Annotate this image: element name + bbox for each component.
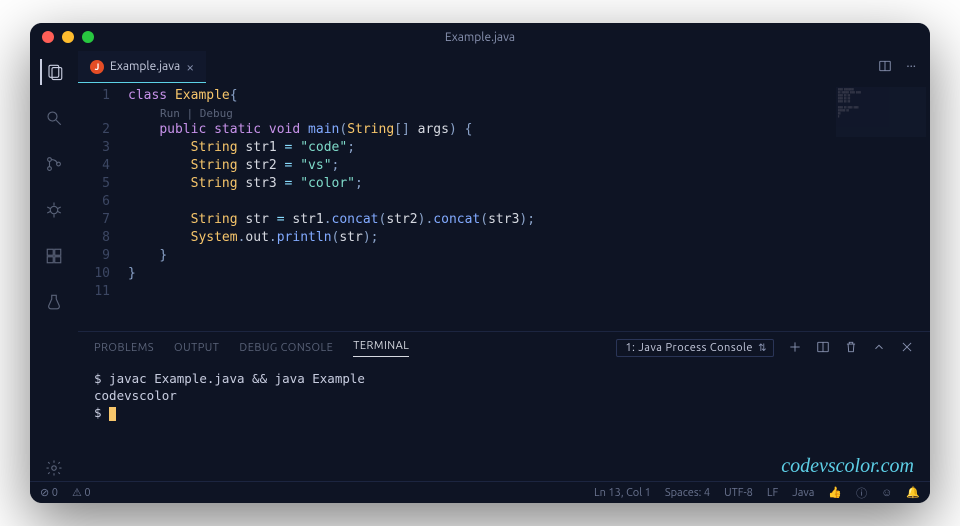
kill-terminal-icon[interactable]	[844, 340, 858, 357]
more-actions-icon[interactable]: ···	[906, 59, 916, 76]
extensions-icon[interactable]	[41, 243, 67, 269]
codelens-run-debug[interactable]: Run | Debug	[128, 105, 930, 121]
terminal-line: $	[94, 404, 914, 421]
file-tab[interactable]: J Example.java ×	[78, 51, 206, 83]
new-terminal-icon[interactable]	[788, 340, 802, 357]
terminal-cursor	[109, 407, 116, 421]
close-tab-icon[interactable]: ×	[186, 59, 194, 75]
window-title: Example.java	[30, 31, 930, 44]
status-feedback-icon[interactable]: 👍	[828, 486, 842, 499]
code-editor[interactable]: 1234567891011 class Example{Run | Debug …	[78, 83, 930, 331]
terminal[interactable]: $ javac Example.java && java Example cod…	[78, 364, 930, 481]
activity-bar	[30, 51, 78, 481]
panel-tab-problems[interactable]: PROBLEMS	[94, 342, 154, 354]
main-area: J Example.java × ··· 1234567891011 class…	[30, 51, 930, 481]
source-control-icon[interactable]	[41, 151, 67, 177]
line-gutter: 1234567891011	[78, 83, 128, 331]
editor-area: J Example.java × ··· 1234567891011 class…	[78, 51, 930, 481]
window-controls	[42, 31, 94, 43]
code-content[interactable]: class Example{Run | Debug public static …	[128, 83, 930, 331]
watermark: codevscolor.com	[781, 458, 914, 475]
debug-icon[interactable]	[41, 197, 67, 223]
java-file-icon: J	[90, 60, 104, 74]
status-eol[interactable]: LF	[767, 487, 778, 499]
bottom-panel: PROBLEMS OUTPUT DEBUG CONSOLE TERMINAL 1…	[78, 331, 930, 481]
split-terminal-icon[interactable]	[816, 340, 830, 357]
maximize-window-button[interactable]	[82, 31, 94, 43]
status-warnings[interactable]: ⚠ 0	[72, 486, 91, 499]
panel-tab-terminal[interactable]: TERMINAL	[353, 340, 409, 357]
status-info-icon[interactable]: ⓘ	[856, 485, 867, 501]
close-panel-icon[interactable]	[900, 340, 914, 357]
status-bar: ⊘ 0 ⚠ 0 Ln 13, Col 1 Spaces: 4 UTF-8 LF …	[30, 481, 930, 503]
terminal-line: $ javac Example.java && java Example	[94, 370, 914, 387]
status-spaces[interactable]: Spaces: 4	[665, 487, 710, 499]
explorer-icon[interactable]	[40, 59, 66, 85]
minimap[interactable]: ████ ██████████ ██████ ████ ████████ ██ …	[836, 87, 926, 137]
status-errors[interactable]: ⊘ 0	[40, 486, 58, 499]
split-editor-icon[interactable]	[878, 59, 892, 76]
maximize-panel-icon[interactable]	[872, 340, 886, 357]
tab-bar: J Example.java × ···	[78, 51, 930, 83]
terminal-selector[interactable]: 1: Java Process Console	[616, 339, 774, 357]
test-icon[interactable]	[41, 289, 67, 315]
status-cursor[interactable]: Ln 13, Col 1	[594, 487, 651, 499]
status-encoding[interactable]: UTF-8	[724, 487, 753, 499]
tab-filename: Example.java	[110, 60, 180, 73]
panel-tab-debugconsole[interactable]: DEBUG CONSOLE	[239, 342, 333, 354]
titlebar: Example.java	[30, 23, 930, 51]
panel-tab-output[interactable]: OUTPUT	[174, 342, 219, 354]
editor-window: Example.java	[30, 23, 930, 503]
status-bell-icon[interactable]: 🔔	[906, 486, 920, 499]
search-icon[interactable]	[41, 105, 67, 131]
status-smiley-icon[interactable]: ☺	[881, 487, 892, 499]
settings-icon[interactable]	[41, 455, 67, 481]
tab-actions: ···	[878, 59, 930, 76]
panel-tabs: PROBLEMS OUTPUT DEBUG CONSOLE TERMINAL 1…	[78, 332, 930, 364]
status-lang[interactable]: Java	[792, 487, 814, 499]
terminal-line: codevscolor	[94, 387, 914, 404]
minimize-window-button[interactable]	[62, 31, 74, 43]
close-window-button[interactable]	[42, 31, 54, 43]
